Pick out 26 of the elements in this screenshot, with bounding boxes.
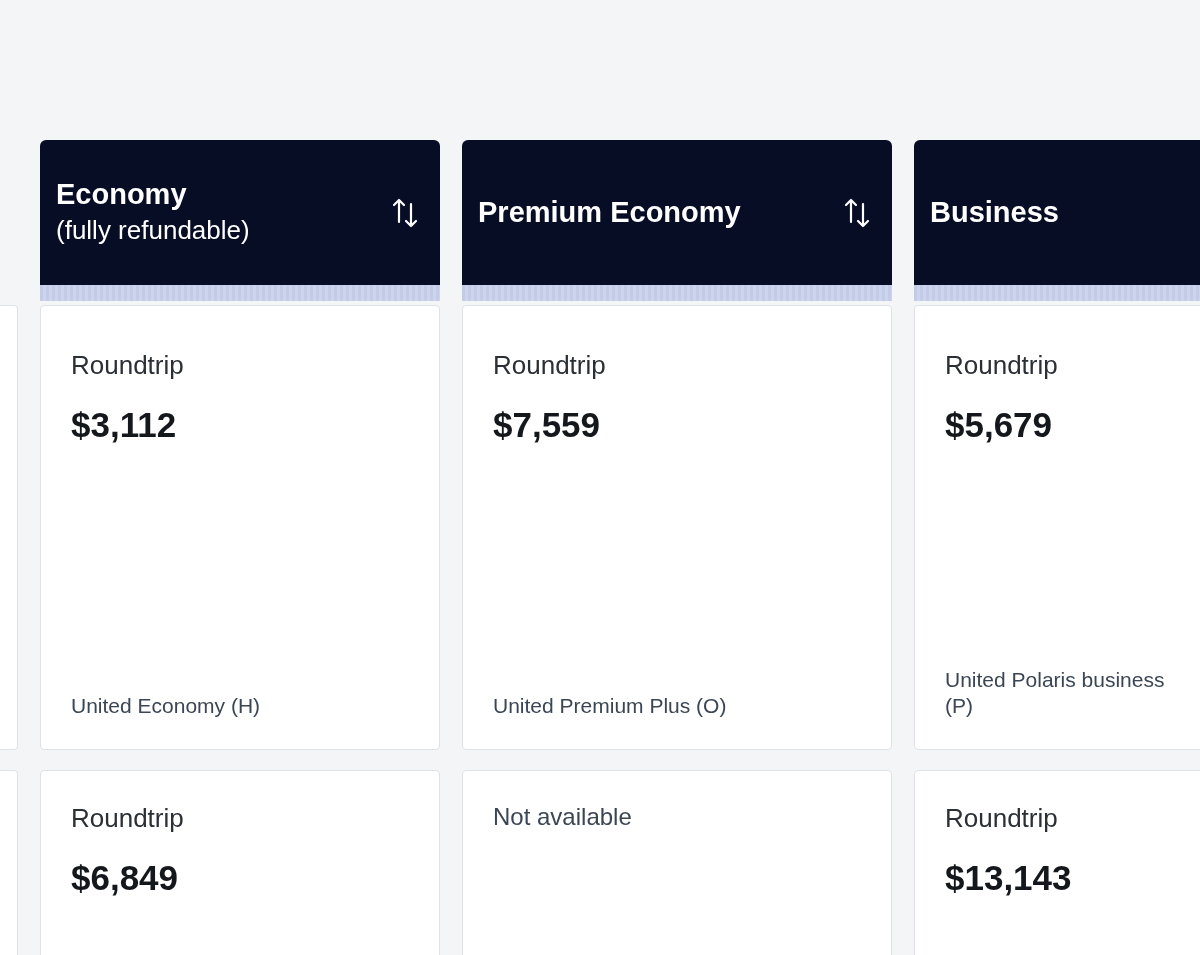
trip-type: Roundtrip <box>945 802 1059 835</box>
sort-icon[interactable] <box>392 197 418 228</box>
fare-card[interactable]: Roundtrip $13,143 <box>914 770 1200 955</box>
fare-card[interactable]: Roundtrip $5,679 United Polaris business (P) <box>914 305 1200 750</box>
column-title: Economy <box>56 177 188 213</box>
fare-price: $5,679 <box>945 404 1054 446</box>
fare-card[interactable]: Not available <box>462 770 892 955</box>
fare-card[interactable]: Roundtrip $6,849 <box>40 770 440 955</box>
trip-type: Roundtrip <box>945 349 1059 382</box>
trip-type: Roundtrip <box>493 349 607 382</box>
trip-type: Roundtrip <box>71 802 185 835</box>
fare-price: $13,143 <box>945 857 1073 899</box>
trip-type: Roundtrip <box>71 349 185 382</box>
fare-class: United Polaris business (P) <box>945 666 1166 719</box>
fare-price: $7,559 <box>493 404 602 446</box>
column-title: Business <box>930 195 1059 231</box>
sort-icon[interactable] <box>844 197 870 228</box>
fare-card[interactable]: Roundtrip $3,112 United Economy (H) <box>40 305 440 750</box>
column-title: Premium Economy <box>478 195 741 231</box>
column-note: (fully refundable) <box>56 214 250 248</box>
fare-price: $3,112 <box>71 404 178 446</box>
fare-class: United Economy (H) <box>71 692 262 719</box>
fare-card[interactable]: Roundtrip $7,559 United Premium Plus (O) <box>462 305 892 750</box>
unavailable-text: Not available <box>493 802 633 832</box>
fare-price: $6,849 <box>71 857 180 899</box>
fare-class: United Premium Plus (O) <box>493 692 728 719</box>
